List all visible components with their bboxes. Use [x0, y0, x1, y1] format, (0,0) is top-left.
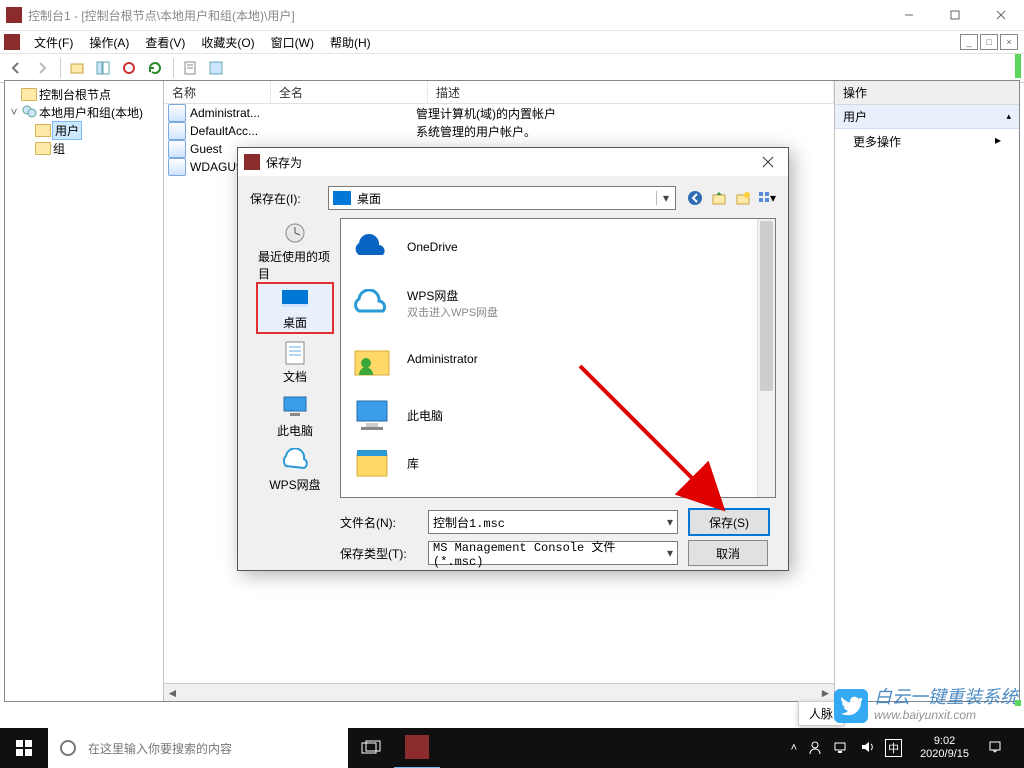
task-view-button[interactable] [348, 728, 394, 768]
up-button[interactable] [65, 56, 89, 80]
file-item-libraries[interactable]: 库 [341, 443, 775, 483]
cortana-icon [48, 738, 88, 758]
filename-input[interactable]: 控制台1.msc▾ [428, 510, 678, 534]
decoration [1015, 700, 1021, 706]
tree-root[interactable]: 控制台根节点 [7, 85, 161, 103]
place-documents[interactable]: 文档 [256, 336, 334, 388]
close-button[interactable] [978, 0, 1024, 30]
computer-icon [351, 395, 393, 435]
tray-people-icon[interactable] [807, 739, 823, 758]
col-description[interactable]: 描述 [428, 81, 834, 103]
horizontal-scrollbar[interactable]: ◄► [164, 683, 834, 701]
tree-groups[interactable]: 组 [7, 139, 161, 157]
menu-favorites[interactable]: 收藏夹(O) [193, 32, 262, 53]
user-icon [168, 140, 186, 158]
refresh-button[interactable] [143, 56, 167, 80]
show-hide-tree-button[interactable] [91, 56, 115, 80]
tray-notifications-icon[interactable] [987, 739, 1003, 758]
place-thispc[interactable]: 此电脑 [256, 390, 334, 442]
dialog-icon [244, 154, 260, 170]
new-folder-icon[interactable] [734, 189, 752, 207]
desktop-icon [333, 191, 351, 205]
file-item-administrator[interactable]: Administrator [341, 331, 775, 387]
actions-header: 操作 [835, 81, 1019, 105]
places-bar: 最近使用的项目 桌面 文档 此电脑 WPS网盘 [250, 218, 340, 498]
back-icon[interactable] [686, 189, 704, 207]
chevron-down-icon[interactable]: ▾ [656, 191, 675, 205]
menu-bar: 文件(F) 操作(A) 查看(V) 收藏夹(O) 窗口(W) 帮助(H) _□× [0, 31, 1024, 54]
place-wps[interactable]: WPS网盘 [256, 444, 334, 496]
window-title: 控制台1 - [控制台根节点\本地用户和组(本地)\用户] [28, 7, 886, 24]
cloud-icon [351, 283, 393, 323]
export-button[interactable] [117, 56, 141, 80]
back-button[interactable] [4, 56, 28, 80]
list-item[interactable]: DefaultAcc...系统管理的用户帐户。 [164, 122, 834, 140]
user-icon [168, 158, 186, 176]
filetype-label: 保存类型(T): [250, 545, 428, 562]
library-icon [351, 443, 393, 483]
system-tray: ˄ 中 9:02 2020/9/15 [786, 728, 1024, 768]
maximize-button[interactable] [932, 0, 978, 30]
menu-action[interactable]: 操作(A) [81, 32, 137, 53]
taskbar-app-mmc[interactable] [394, 727, 440, 768]
col-fullname[interactable]: 全名 [271, 81, 428, 103]
forward-button[interactable] [30, 56, 54, 80]
onedrive-icon [351, 227, 393, 267]
tree-pane[interactable]: 控制台根节点 ˅本地用户和组(本地) 用户 组 [5, 81, 164, 701]
menu-window[interactable]: 窗口(W) [263, 32, 322, 53]
cancel-button[interactable]: 取消 [688, 540, 768, 566]
vertical-scrollbar[interactable] [757, 219, 775, 497]
toolbar [0, 54, 1024, 83]
user-folder-icon [351, 339, 393, 379]
place-recent[interactable]: 最近使用的项目 [256, 222, 334, 280]
user-icon [168, 122, 186, 140]
file-list[interactable]: OneDrive WPS网盘双击进入WPS网盘 Administrator 此电… [340, 218, 776, 498]
tray-clock[interactable]: 9:02 2020/9/15 [915, 735, 974, 761]
dialog-titlebar[interactable]: 保存为 [238, 148, 788, 176]
tree-lusrmgr[interactable]: ˅本地用户和组(本地) [7, 103, 161, 121]
save-button[interactable]: 保存(S) [688, 508, 770, 536]
tree-users[interactable]: 用户 [7, 121, 161, 139]
dialog-title: 保存为 [266, 154, 748, 171]
actions-more[interactable]: 更多操作▸ [835, 129, 1019, 154]
minimize-button[interactable] [886, 0, 932, 30]
view-menu-icon[interactable]: ▾ [758, 189, 776, 207]
user-icon [168, 104, 186, 122]
dialog-close-button[interactable] [748, 148, 788, 176]
file-item-onedrive[interactable]: OneDrive [341, 219, 775, 275]
decoration [1015, 54, 1021, 78]
list-item[interactable]: Administrat...管理计算机(域)的内置帐户 [164, 104, 834, 122]
tray-ime-indicator[interactable]: 中 [885, 739, 902, 757]
properties-button[interactable] [178, 56, 202, 80]
place-desktop[interactable]: 桌面 [256, 282, 334, 334]
actions-pane: 操作 用户▴ 更多操作▸ [834, 81, 1019, 701]
start-button[interactable] [0, 728, 48, 768]
col-name[interactable]: 名称 [164, 81, 271, 103]
title-bar: 控制台1 - [控制台根节点\本地用户和组(本地)\用户] [0, 0, 1024, 31]
menu-file[interactable]: 文件(F) [26, 32, 81, 53]
file-item-thispc[interactable]: 此电脑 [341, 387, 775, 443]
menu-help[interactable]: 帮助(H) [322, 32, 379, 53]
filetype-combo[interactable]: MS Management Console 文件 (*.msc)▾ [428, 541, 678, 565]
filename-label: 文件名(N): [250, 514, 428, 531]
file-item-wps[interactable]: WPS网盘双击进入WPS网盘 [341, 275, 775, 331]
column-headers[interactable]: 名称 全名 描述 [164, 81, 834, 104]
tray-network-icon[interactable] [833, 739, 849, 758]
watermark: 白云一键重装系统 www.baiyunxit.com [834, 688, 1018, 724]
taskbar: 在这里输入你要搜索的内容 ˄ 中 9:02 2020/9/15 [0, 728, 1024, 768]
help-button[interactable] [204, 56, 228, 80]
mmc-icon [4, 34, 20, 50]
tray-chevron-up-icon[interactable]: ˄ [791, 742, 797, 754]
tray-volume-icon[interactable] [859, 739, 875, 758]
savein-label: 保存在(I): [250, 190, 328, 207]
actions-group-users[interactable]: 用户▴ [835, 105, 1019, 129]
menu-view[interactable]: 查看(V) [137, 32, 193, 53]
save-as-dialog: 保存为 保存在(I): 桌面 ▾ ▾ 最近使用的项 [237, 147, 789, 571]
taskbar-search[interactable]: 在这里输入你要搜索的内容 [48, 728, 348, 768]
up-one-level-icon[interactable] [710, 189, 728, 207]
mdi-child-controls[interactable]: _□× [960, 34, 1018, 50]
savein-combo[interactable]: 桌面 ▾ [328, 186, 676, 210]
app-icon [6, 7, 22, 23]
